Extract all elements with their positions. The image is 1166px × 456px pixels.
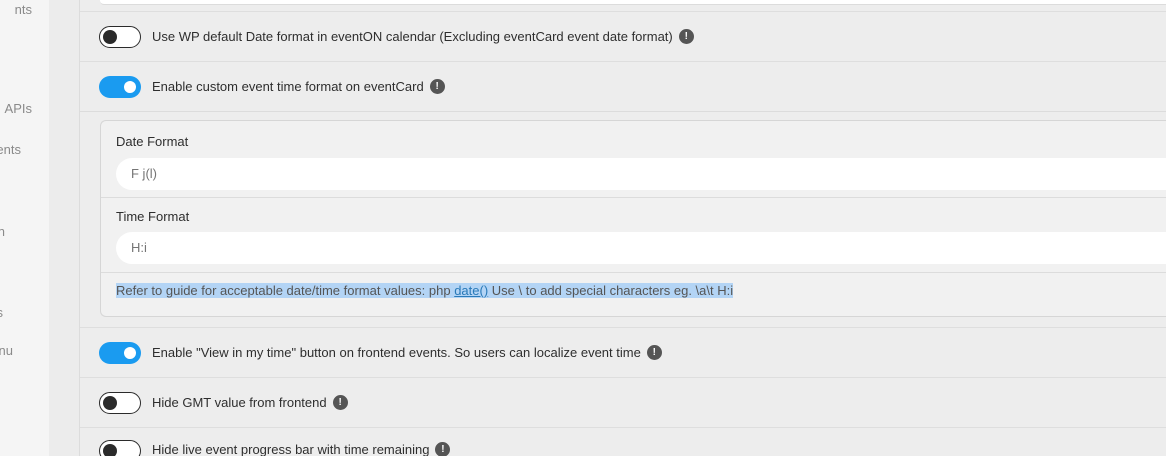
hide-gmt-label: Hide GMT value from frontend [152,395,327,410]
wp-date-format-label: Use WP default Date format in eventON ca… [152,29,673,44]
setting-label: Hide live event progress bar with time r… [152,442,451,456]
time-format-input[interactable] [116,232,1166,264]
info-icon[interactable]: ! [678,29,694,44]
toggle-knob [103,444,117,456]
info-icon[interactable]: ! [435,442,451,456]
setting-label: Hide GMT value from frontend ! [152,395,348,410]
toggle-knob [124,80,136,93]
php-date-link[interactable]: date() [454,283,488,298]
custom-time-format-label: Enable custom event time format on event… [152,79,424,94]
sidebar-item[interactable]: APIs [5,101,32,116]
date-format-label: Date Format [116,134,189,149]
format-guide-text: Refer to guide for acceptable date/time … [116,283,734,298]
setting-label: Use WP default Date format in eventON ca… [152,29,694,44]
hide-progress-toggle[interactable] [99,440,141,456]
row-divider [80,111,1166,112]
field-divider [101,272,1166,273]
custom-time-format-toggle[interactable] [99,75,141,98]
previous-section-edge [100,0,1166,5]
setting-label: Enable custom event time format on event… [152,79,445,94]
field-divider [101,197,1166,198]
setting-row-wp-date-format: Use WP default Date format in eventON ca… [80,11,1166,61]
setting-label: Enable "View in my time" button on front… [152,345,662,360]
wp-date-format-toggle[interactable] [99,25,141,48]
toggle-knob [103,395,117,410]
sidebar-item[interactable]: s [0,305,3,320]
format-panel: Date Format Time Format Refer to guide f… [100,120,1166,317]
info-icon[interactable]: ! [332,395,348,410]
time-format-label: Time Format [116,209,190,224]
sidebar-item[interactable]: n [0,224,5,239]
sidebar-item[interactable]: nu [0,343,13,358]
toggle-knob [124,346,136,359]
sidebar-item[interactable]: nts [15,2,32,17]
date-format-input[interactable] [116,158,1166,190]
sidebar-item[interactable]: ents [0,142,21,157]
toggle-knob [103,29,117,44]
guide-prefix: Refer to guide for acceptable date/time … [116,283,455,298]
view-in-my-time-label: Enable "View in my time" button on front… [152,345,641,360]
view-in-my-time-toggle[interactable] [99,341,141,364]
hide-progress-label: Hide live event progress bar with time r… [152,442,430,456]
hide-gmt-toggle[interactable] [99,391,141,414]
setting-row-hide-progress: Hide live event progress bar with time r… [80,427,1166,456]
info-icon[interactable]: ! [646,345,662,360]
setting-row-view-in-my-time: Enable "View in my time" button on front… [80,327,1166,377]
setting-row-custom-time-format: Enable custom event time format on event… [80,61,1166,111]
info-icon[interactable]: ! [429,79,445,94]
guide-suffix: Use \ to add special characters eg. \a\t… [488,283,734,298]
admin-sidebar: nts APIs ents n s nu [0,0,49,456]
setting-row-hide-gmt: Hide GMT value from frontend ! [80,377,1166,427]
settings-panel: Use WP default Date format in eventON ca… [79,0,1166,456]
